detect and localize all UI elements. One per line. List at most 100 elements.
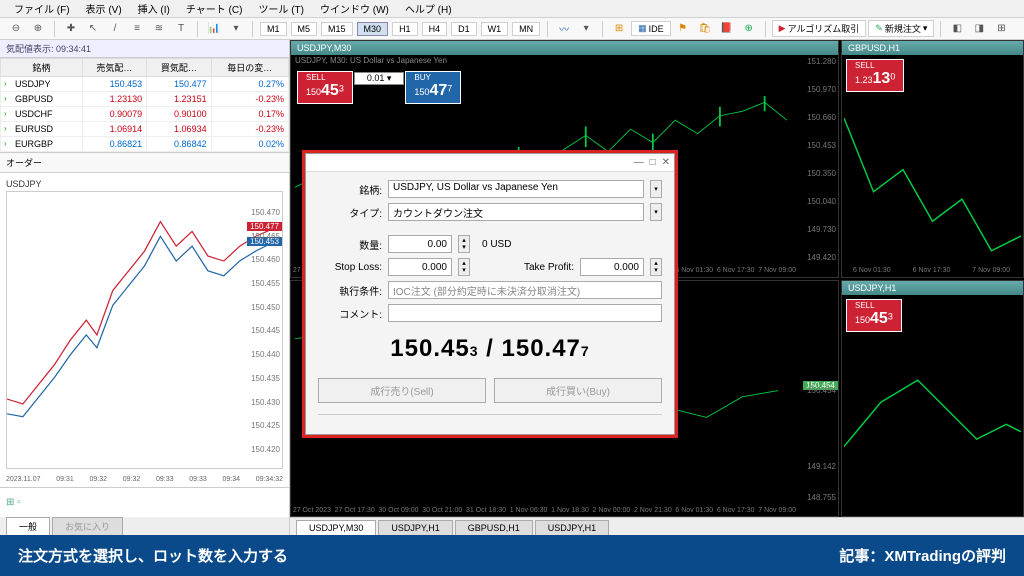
tp-input[interactable] [580,258,644,276]
stepper-icon[interactable]: ▴▾ [650,258,662,276]
chart-tab[interactable]: GBPUSD,H1 [455,520,533,535]
tf-m15[interactable]: M15 [321,22,353,36]
type-select[interactable]: カウントダウン注文 [388,203,644,221]
tab-general[interactable]: 一般 [6,517,50,535]
chevron-down-icon[interactable]: ▾ [650,180,662,198]
watch-row[interactable]: USDCHF0.900790.901000.17% [1,107,289,122]
cursor-icon[interactable]: ↖ [83,20,103,38]
menu-help[interactable]: ヘルプ (H) [399,0,458,17]
market-watch: 銘柄 売気配… 買気配… 毎日の変… USDJPY150.453150.4770… [0,58,289,152]
quote-display: 150.453 / 150.477 [318,327,662,371]
watch-row[interactable]: GBPUSD1.231301.23151-0.23% [1,92,289,107]
chart-usdjpy-h1[interactable]: USDJPY,H1 SELL 150453 [841,280,1024,518]
navigator-icon[interactable]: ⊞ ▫ [6,497,21,508]
menu-window[interactable]: ウインドウ (W) [314,0,395,17]
buy-tile[interactable]: BUY 150477 [405,71,461,104]
chart-title: USDJPY,M30 [291,41,838,55]
fill-select[interactable]: IOC注文 (部分約定時に未決済分取消注文) [388,281,662,299]
symbol-select[interactable]: USDJPY, US Dollar vs Japanese Yen [388,180,644,198]
chart-tab[interactable]: USDJPY,H1 [378,520,452,535]
stepper-icon[interactable]: ▴▾ [458,235,470,253]
tf-m5[interactable]: M5 [291,22,318,36]
menu-view[interactable]: 表示 (V) [80,0,128,17]
menubar: ファイル (F) 表示 (V) 挿入 (I) チャート (C) ツール (T) … [0,0,1024,18]
chart-subtitle: USDJPY, M30: US Dollar vs Japanese Yen [291,55,838,66]
trendline-icon[interactable]: / [105,20,125,38]
zoomin-icon[interactable]: ⊕ [28,20,48,38]
watch-row[interactable]: EURGBP0.868210.868420.02% [1,137,289,152]
chart-tab[interactable]: USDJPY,M30 [296,520,376,535]
indicator-icon[interactable]: 📊 [204,20,224,38]
label-type: タイプ: [318,205,382,220]
stepper-icon[interactable]: ▴▾ [458,258,470,276]
menu-chart[interactable]: チャート (C) [180,0,249,17]
crosshair-icon[interactable]: ✚ [61,20,81,38]
chart-tab[interactable]: USDJPY,H1 [535,520,609,535]
buy-button[interactable]: 成行買い(Buy) [494,378,662,403]
tab-favorites[interactable]: お気に入り [52,517,123,535]
new-order-button[interactable]: ✎新規注文▾ [868,20,934,37]
menu-insert[interactable]: 挿入 (I) [132,0,176,17]
tf-m30[interactable]: M30 [357,22,389,36]
menu-file[interactable]: ファイル (F) [8,0,76,17]
label-symbol: 銘柄: [318,182,382,197]
chartline-icon[interactable]: 〰 [554,20,574,38]
ide-button[interactable]: ▦IDE [631,21,671,36]
col-change[interactable]: 毎日の変… [211,59,288,77]
toolbar: ⊖ ⊕ ✚ ↖ / ≡ ≋ T 📊 ▾ M1 M5 M15 M30 H1 H4 … [0,18,1024,40]
menu-tool[interactable]: ツール (T) [252,0,310,17]
autoscroll-icon[interactable]: ◧ [947,20,967,38]
watch-row[interactable]: USDJPY150.453150.4770.27% [1,77,289,92]
tf-w1[interactable]: W1 [481,22,509,36]
sl-input[interactable] [388,258,452,276]
col-bid[interactable]: 売気配… [82,59,146,77]
tf-m1[interactable]: M1 [260,22,287,36]
signal-icon[interactable]: ⊕ [739,20,759,38]
chevron-down-icon[interactable]: ▾ [576,20,596,38]
volume-input[interactable]: 0.01 ▾ [354,72,405,85]
sell-tile[interactable]: SELL 150453 [297,71,353,104]
chart-gbpusd[interactable]: GBPUSD,H1 SELL 1.23130 6 Nov 01:306 Nov … [841,40,1024,278]
col-ask[interactable]: 買気配… [147,59,211,77]
volume-input[interactable] [388,235,452,253]
tf-mn[interactable]: MN [512,22,540,36]
label-tp: Take Profit: [476,262,574,273]
label-sl: Stop Loss: [318,262,382,273]
zoomout-icon[interactable]: ⊖ [6,20,26,38]
label-fill: 執行条件: [318,283,382,298]
sell-button[interactable]: 成行売り(Sell) [318,378,486,403]
watch-row[interactable]: EURUSD1.069141.06934-0.23% [1,122,289,137]
order-panel-label: オーダー [0,152,289,173]
flag-icon[interactable]: ⚑ [673,20,693,38]
comment-input[interactable] [388,304,662,322]
market-watch-time: 気配値表示: 09:34:41 [0,40,289,58]
text-icon[interactable]: T [171,20,191,38]
col-symbol[interactable]: 銘柄 [1,59,83,77]
order-dialog: — □ ✕ 銘柄: USDJPY, US Dollar vs Japanese Y… [305,153,675,435]
chart-tabs: USDJPY,M30 USDJPY,H1 GBPUSD,H1 USDJPY,H1 [290,517,1024,535]
equidistant-icon[interactable]: ≡ [127,20,147,38]
label-volume: 数量: [318,237,382,252]
tf-d1[interactable]: D1 [451,22,477,36]
tf-h1[interactable]: H1 [392,22,418,36]
chevron-down-icon[interactable]: ▾ [650,203,662,221]
algo-button[interactable]: ▶アルゴリズム取引 [772,20,867,37]
close-icon[interactable]: ✕ [662,157,670,168]
sell-tile[interactable]: SELL 1.23130 [846,59,904,92]
basket-icon[interactable]: 🛍 [695,20,715,38]
minimize-icon[interactable]: — [634,157,644,168]
maximize-icon[interactable]: □ [650,157,656,168]
fibo-icon[interactable]: ≋ [149,20,169,38]
volume-usd: 0 USD [482,239,511,250]
tf-h4[interactable]: H4 [422,22,448,36]
book-icon[interactable]: 📕 [717,20,737,38]
grid-icon[interactable]: ⊞ [991,20,1011,38]
mini-chart[interactable]: USDJPY 150.477 150.453 150.470150.465150… [0,173,289,487]
chart-title: GBPUSD,H1 [842,41,1023,55]
caption-text: 注文方式を選択し、ロット数を入力する [18,545,288,566]
window-icon[interactable]: ⊞ [609,20,629,38]
chart-title: USDJPY,H1 [842,281,1023,295]
sell-tile[interactable]: SELL 150453 [846,299,902,332]
shift-icon[interactable]: ◨ [969,20,989,38]
chevron-down-icon[interactable]: ▾ [226,20,246,38]
